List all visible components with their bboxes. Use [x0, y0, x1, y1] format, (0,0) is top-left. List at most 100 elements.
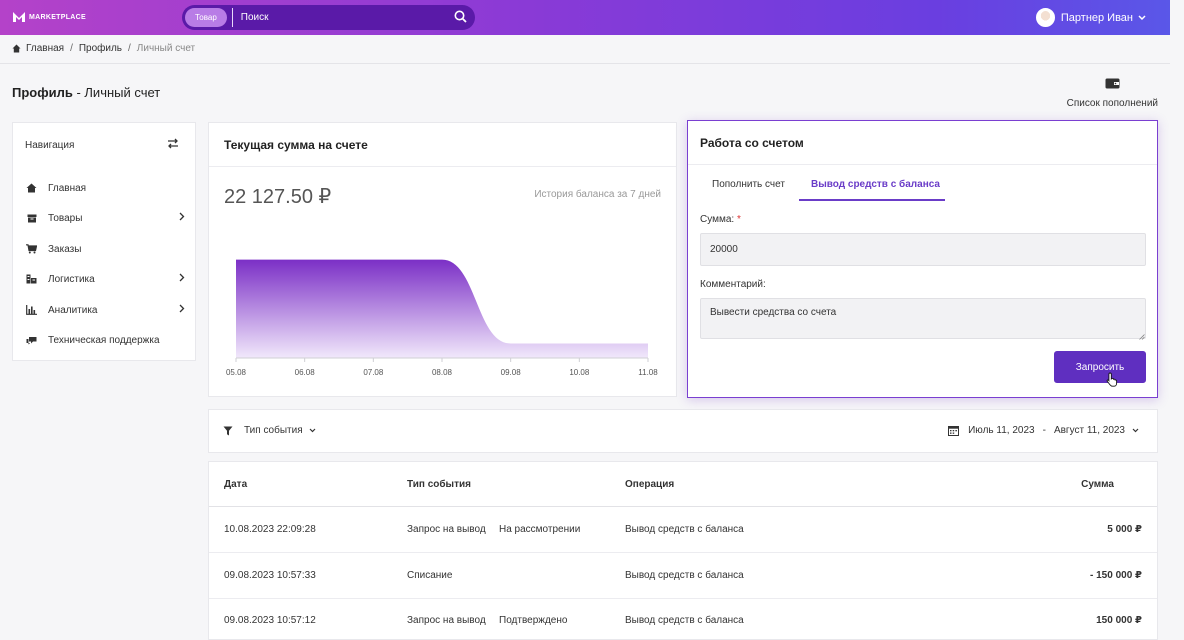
cell-type: Списание — [407, 570, 453, 581]
active-tab-indicator — [799, 199, 945, 201]
chevron-right-icon — [179, 304, 185, 316]
cart-icon — [25, 244, 38, 254]
cell-operation: Вывод средств с баланса — [625, 570, 744, 581]
comment-field[interactable]: Вывести средства со счета — [700, 298, 1146, 339]
x-tick-label: 07.08 — [363, 368, 384, 377]
chevron-right-icon — [179, 212, 185, 224]
breadcrumb: Главная / Профиль / Личный счет — [12, 43, 195, 54]
date-from: Июль 11, 2023 — [968, 425, 1035, 436]
tab-withdraw[interactable]: Вывод средств с баланса — [811, 179, 940, 190]
balance-chart: 05.08 06.08 07.08 08.08 09.08 10.08 11.08 — [226, 259, 658, 377]
balance-title: Текущая сумма на счете — [224, 138, 368, 152]
cell-type: Запрос на вывод — [407, 524, 486, 535]
transactions-table: Дата Тип события Операция Сумма 10.08.20… — [208, 461, 1158, 640]
status-badge: На рассмотрении — [499, 524, 581, 535]
balance-card: Текущая сумма на счете 22 127.50 ₽ Истор… — [208, 122, 677, 397]
sidebar-item-logistics[interactable]: Логистика — [25, 270, 185, 288]
amount-label: Сумма: * — [700, 214, 741, 225]
cell-type: Запрос на вывод — [407, 615, 486, 626]
navigation-panel: Навигация Главная Товары Заказы Логистик… — [12, 122, 196, 361]
box-icon — [25, 214, 38, 223]
refill-list-link[interactable]: Список пополнений — [1067, 77, 1158, 109]
breadcrumb-profile[interactable]: Профиль — [79, 43, 122, 54]
page-title: Профиль - Личный счет — [12, 85, 160, 100]
cell-operation: Вывод средств с баланса — [625, 524, 744, 535]
sidebar-item-products[interactable]: Товары — [25, 209, 185, 227]
navigation-title: Навигация — [25, 140, 75, 151]
brand-logo[interactable]: MARKETPLACE — [12, 11, 86, 23]
top-bar: MARKETPLACE Товар Партнер Иван — [0, 0, 1170, 35]
sidebar-item-label: Главная — [48, 182, 87, 194]
home-icon — [12, 44, 21, 53]
search-icon[interactable] — [454, 10, 467, 26]
comment-label: Комментарий: — [700, 279, 766, 290]
logo-mark-icon — [12, 11, 26, 23]
page-title-rest: - Личный счет — [72, 85, 161, 100]
truck-icon — [25, 274, 38, 285]
request-button[interactable]: Запросить — [1054, 351, 1146, 383]
column-header-operation[interactable]: Операция — [625, 479, 674, 490]
x-tick-label: 05.08 — [226, 368, 247, 377]
pointer-cursor-icon — [1106, 372, 1118, 390]
breadcrumb-current: Личный счет — [136, 43, 196, 54]
sidebar-item-label: Заказы — [48, 243, 82, 255]
cell-sum: 5 000 ₽ — [1107, 524, 1142, 535]
divider — [0, 63, 1170, 64]
search-input[interactable] — [240, 12, 441, 23]
sidebar-item-label: Логистика — [48, 273, 95, 285]
sidebar-item-support[interactable]: Техническая поддержка — [25, 331, 185, 349]
x-tick-label: 09.08 — [501, 368, 522, 377]
search-scope-chip[interactable]: Товар — [185, 8, 227, 27]
cell-date: 09.08.2023 10:57:33 — [224, 570, 316, 581]
date-separator: - — [1042, 425, 1046, 436]
column-header-date[interactable]: Дата — [224, 479, 247, 490]
amount-field[interactable]: 20000 — [700, 233, 1146, 266]
date-range-picker[interactable]: Июль 11, 2023 - Август 11, 2023 — [948, 425, 1139, 436]
avatar — [1035, 8, 1055, 27]
breadcrumb-home[interactable]: Главная — [26, 43, 64, 54]
cell-operation: Вывод средств с баланса — [625, 615, 744, 626]
required-mark: * — [736, 214, 741, 225]
table-header: Дата Тип события Операция Сумма — [209, 462, 1157, 507]
balance-area — [236, 259, 648, 358]
cell-sum: 150 000 ₽ — [1096, 615, 1142, 626]
bar-chart-icon — [25, 305, 38, 315]
cell-date: 09.08.2023 10:57:12 — [224, 615, 316, 626]
balance-history-label: История баланса за 7 дней — [534, 189, 661, 200]
swap-icon[interactable] — [167, 138, 179, 152]
status-badge: Подтверждено — [499, 615, 568, 626]
user-menu[interactable]: Партнер Иван — [1035, 8, 1146, 27]
account-title: Работа со счетом — [700, 136, 804, 150]
chevron-down-icon — [1138, 12, 1146, 24]
sidebar-item-home[interactable]: Главная — [25, 179, 185, 197]
event-type-filter[interactable]: Тип события — [223, 425, 316, 436]
sidebar-item-label: Аналитика — [48, 304, 98, 316]
balance-amount: 22 127.50 ₽ — [224, 186, 332, 208]
table-row[interactable]: 10.08.2023 22:09:28 Запрос на вывод На р… — [209, 507, 1157, 553]
tab-topup[interactable]: Пополнить счет — [712, 179, 785, 190]
divider — [209, 166, 676, 167]
search-divider — [231, 8, 233, 27]
user-name: Партнер Иван — [1060, 11, 1133, 24]
calendar-icon — [948, 425, 960, 436]
support-icon — [25, 336, 38, 345]
brand-name: MARKETPLACE — [29, 13, 86, 21]
x-tick-label: 08.08 — [432, 368, 453, 377]
search-bar: Товар — [182, 5, 475, 30]
chevron-down-icon — [1132, 428, 1139, 433]
cell-sum: - 150 000 ₽ — [1090, 570, 1142, 581]
table-row[interactable]: 09.08.2023 10:57:33 Списание Вывод средс… — [209, 553, 1157, 599]
resize-handle-icon[interactable] — [1139, 331, 1145, 343]
page-title-bold: Профиль — [12, 85, 73, 100]
table-row[interactable]: 09.08.2023 10:57:12 Запрос на вывод Подт… — [209, 598, 1157, 640]
home-icon — [25, 183, 38, 193]
column-header-sum[interactable]: Сумма — [1081, 479, 1114, 490]
chevron-right-icon — [179, 273, 185, 285]
divider — [688, 164, 1157, 165]
sidebar-item-orders[interactable]: Заказы — [25, 240, 185, 258]
column-header-type[interactable]: Тип события — [407, 479, 471, 490]
x-tick-label: 11.08 — [638, 368, 658, 377]
chevron-down-icon — [309, 428, 316, 433]
sidebar-item-analytics[interactable]: Аналитика — [25, 301, 185, 319]
wallet-icon — [1105, 77, 1120, 92]
